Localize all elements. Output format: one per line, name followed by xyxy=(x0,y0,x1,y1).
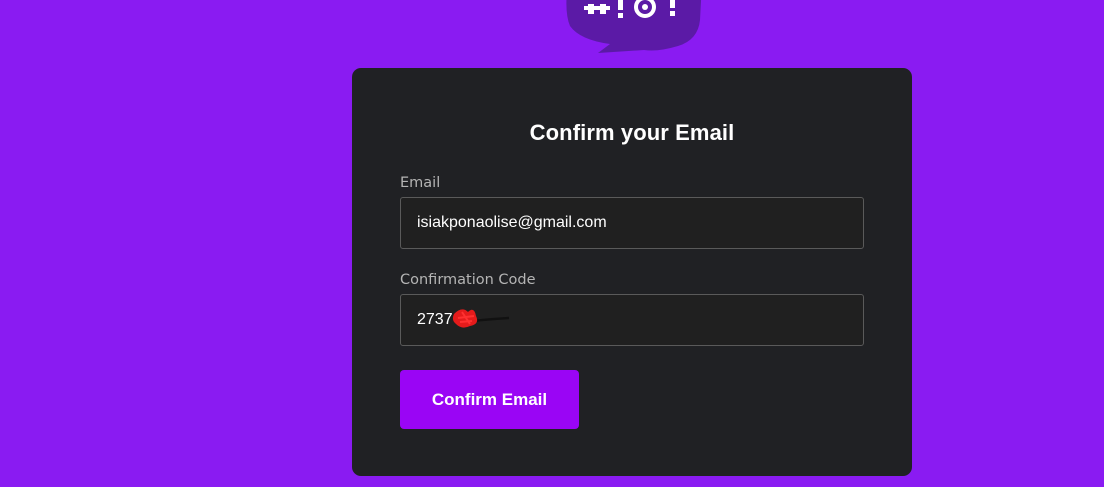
confirm-email-button[interactable]: Confirm Email xyxy=(400,370,579,429)
page: Confirm your Email Email Confirmation Co… xyxy=(0,0,1104,487)
page-title: Confirm your Email xyxy=(529,120,735,145)
confirmation-code-field[interactable] xyxy=(400,294,864,346)
speech-bubble-logo-icon xyxy=(566,0,702,53)
email-label: Email xyxy=(400,175,441,191)
email-field[interactable] xyxy=(400,197,864,249)
confirm-email-card: Confirm your Email Email Confirmation Co… xyxy=(352,68,912,476)
confirmation-code-label: Confirmation Code xyxy=(400,272,536,288)
